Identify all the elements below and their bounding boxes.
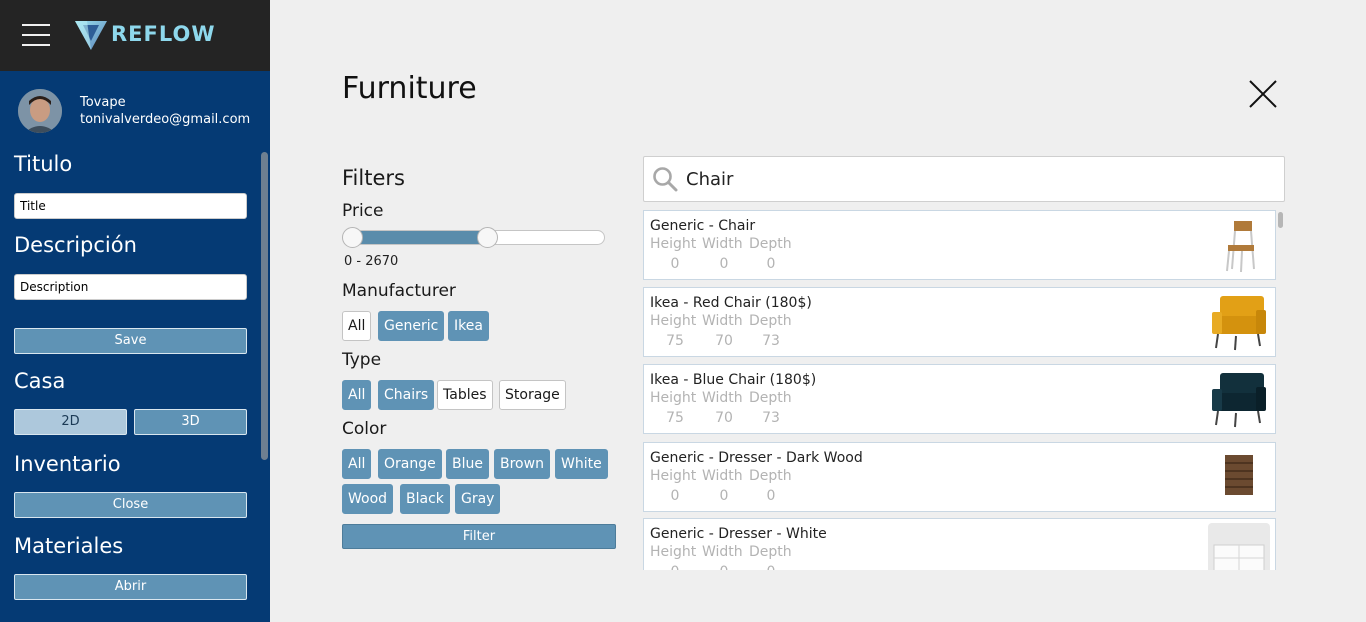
width-header: Width [702,468,743,484]
type-label: Type [342,350,382,370]
sidebar: REFLOW Tovape tonivalverdeo@gmail.com Ti… [0,0,270,622]
width-value: 0 [704,564,744,570]
type-chip-chairs[interactable]: Chairs [378,380,435,410]
width-value: 0 [719,256,729,272]
list-item[interactable]: Generic - Dresser - White Height Width Dept… [643,518,1276,570]
price-label: Price [342,201,384,221]
height-header: Height [650,544,697,560]
title-input[interactable] [14,193,247,219]
inventario-close-button[interactable]: Close [14,492,247,518]
color-chip-all[interactable]: All [342,449,372,479]
user-email: tonivalverdeo@gmail.com [80,112,251,127]
height-header: Height [650,236,697,252]
titulo-label: Titulo [14,152,73,176]
color-chip-wood[interactable]: Wood [342,484,394,514]
list-item[interactable]: Generic - Dresser - Dark Wood Height Width… [643,442,1276,512]
avatar[interactable] [18,89,62,133]
depth-value: 0 [766,256,776,272]
width-header: Width [702,236,743,252]
yellow-armchair-icon [1208,292,1270,352]
item-title: Generic - Dresser - White [650,526,827,542]
casa-label: Casa [14,369,66,393]
view-2d-button[interactable]: 2D [14,409,127,435]
price-min-handle[interactable] [342,227,363,248]
price-max-handle[interactable] [477,227,498,248]
width-value: 70 [715,410,733,426]
search-icon [653,167,678,192]
item-title: Generic - Dresser - Dark Wood [650,450,863,466]
depth-value: 0 [766,488,776,504]
width-header: Width [702,544,743,560]
description-input[interactable] [14,274,247,300]
color-chip-blue[interactable]: Blue [446,449,489,479]
list-item[interactable]: Generic - Chair Height Width Depth 0 0 0 [643,210,1276,280]
color-chip-brown[interactable]: Brown [494,449,550,479]
top-bar: REFLOW [0,0,270,71]
manufacturer-chip-ikea[interactable]: Ikea [448,311,489,341]
blue-armchair-icon [1208,369,1270,429]
filters-heading: Filters [342,166,405,190]
width-value: 0 [719,488,729,504]
item-title: Ikea - Red Chair (180$) [650,295,812,311]
wood-chair-icon [1208,215,1270,275]
furniture-list[interactable]: Generic - Chair Height Width Depth 0 0 0 Ikea -… [643,210,1286,570]
manufacturer-label: Manufacturer [342,281,456,301]
width-value: 70 [715,333,733,349]
depth-header: Depth [749,544,792,560]
depth-header: Depth [749,313,792,329]
depth-value: 73 [762,333,780,349]
close-icon[interactable] [1247,78,1279,110]
height-value: 0 [670,256,680,272]
width-header: Width [702,313,743,329]
width-header: Width [702,390,743,406]
color-chip-white[interactable]: White [555,449,608,479]
descripcion-label: Descripción [14,233,137,257]
hamburger-menu-icon[interactable] [22,24,50,46]
item-title: Ikea - Blue Chair (180$) [650,372,817,388]
height-value: 75 [666,410,684,426]
depth-header: Depth [749,390,792,406]
type-chip-tables[interactable]: Tables [437,380,493,410]
list-scrollbar[interactable] [1278,212,1283,228]
price-range-text: 0 - 2670 [344,254,399,269]
list-item[interactable]: Ikea - Red Chair (180$) Height Width Depth 7… [643,287,1276,357]
search-input[interactable] [686,165,1266,193]
height-header: Height [650,468,697,484]
depth-value: 73 [762,410,780,426]
page-title: Furniture [342,71,477,106]
materiales-label: Materiales [14,534,124,558]
inventario-label: Inventario [14,452,121,476]
user-name: Tovape [80,95,126,110]
dark-wood-dresser-icon [1208,447,1270,507]
materiales-open-button[interactable]: Abrir [14,574,247,600]
white-dresser-icon [1208,523,1270,570]
depth-header: Depth [749,468,792,484]
filter-button[interactable]: Filter [342,524,616,549]
logo-text: REFLOW [111,22,216,46]
item-title: Generic - Chair [650,218,756,234]
save-button[interactable]: Save [14,328,247,354]
depth-value: 0 [751,564,791,570]
depth-header: Depth [749,236,792,252]
manufacturer-chip-all[interactable]: All [342,311,372,341]
logo-icon [75,21,107,50]
manufacturer-chip-generic[interactable]: Generic [378,311,445,341]
height-header: Height [650,313,697,329]
sidebar-scrollbar[interactable] [261,152,268,460]
price-slider-range [352,231,488,244]
type-chip-all[interactable]: All [342,380,372,410]
height-value: 0 [670,488,680,504]
color-chip-black[interactable]: Black [400,484,450,514]
type-chip-storage[interactable]: Storage [499,380,566,410]
height-header: Height [650,390,697,406]
list-item[interactable]: Ikea - Blue Chair (180$) Height Width Depth… [643,364,1276,434]
height-value: 75 [666,333,684,349]
color-label: Color [342,419,387,439]
color-chip-gray[interactable]: Gray [455,484,501,514]
height-value: 0 [655,564,695,570]
view-3d-button[interactable]: 3D [134,409,247,435]
color-chip-orange[interactable]: Orange [378,449,442,479]
